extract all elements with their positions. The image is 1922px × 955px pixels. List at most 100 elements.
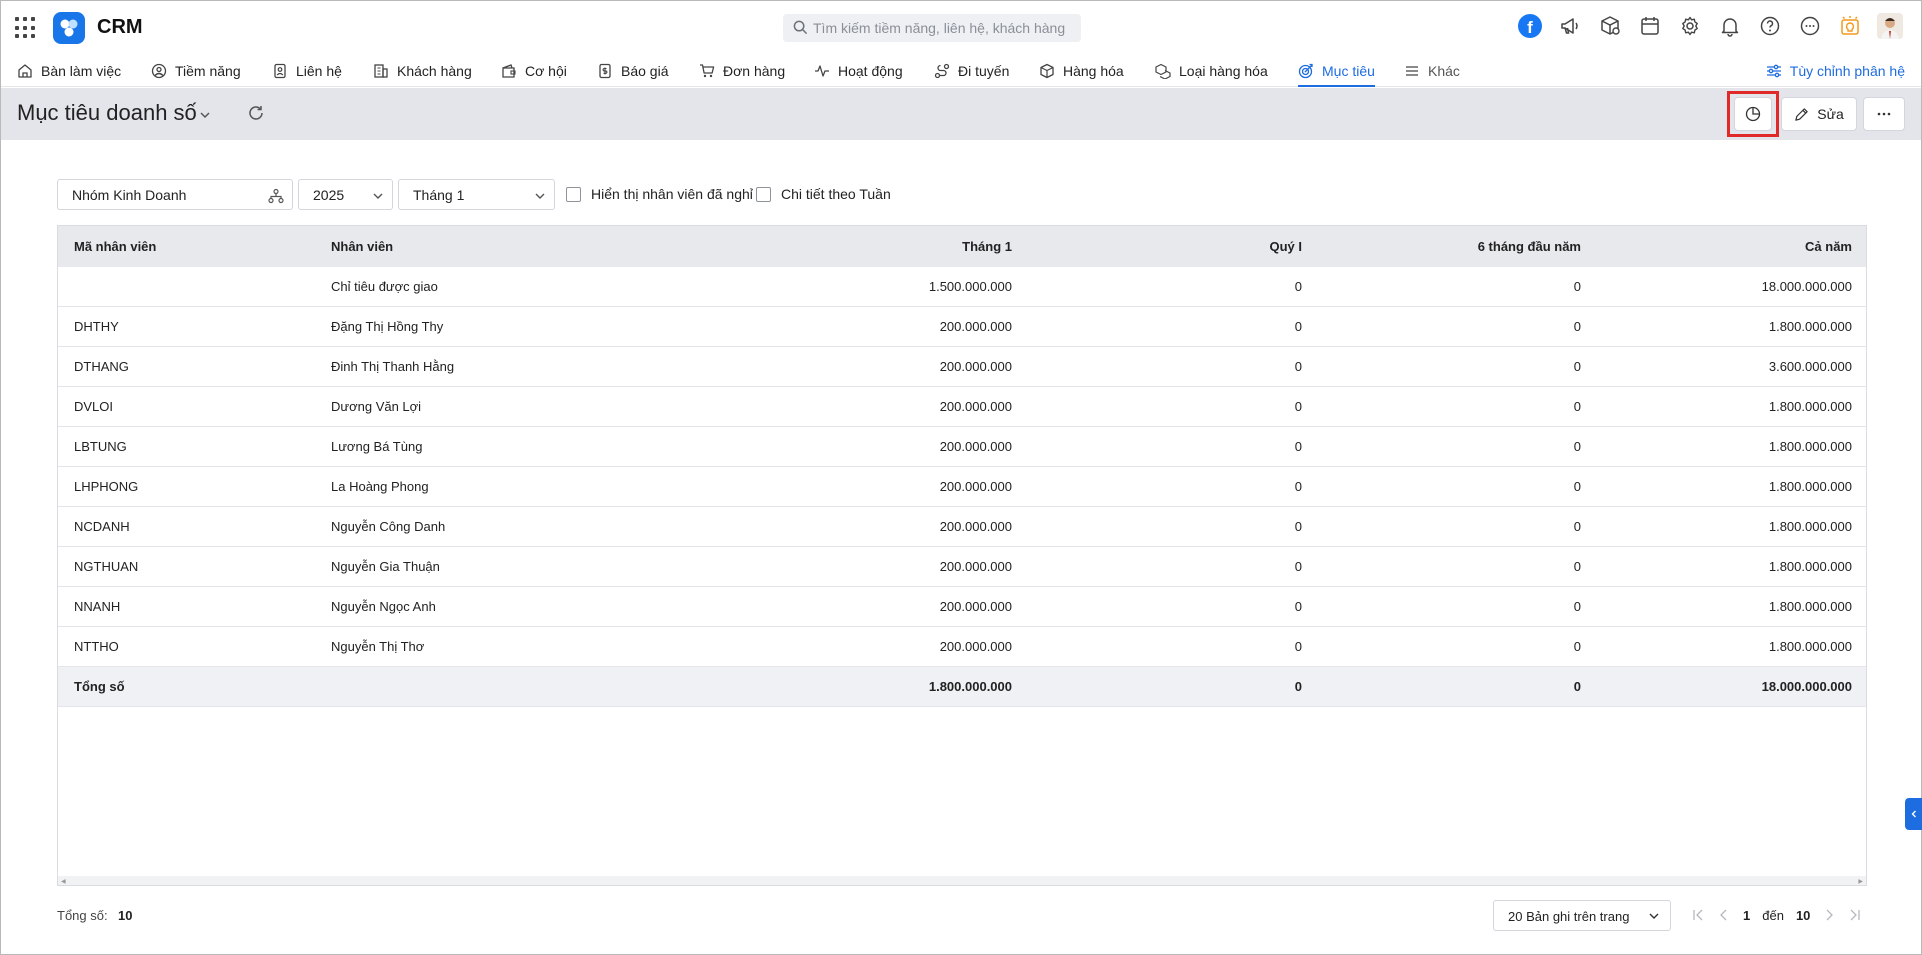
bell-icon[interactable]: [1717, 13, 1743, 39]
cell-half-year: 0: [1573, 279, 1581, 294]
nav-item-label: Bàn làm việc: [41, 63, 122, 79]
chevron-down-icon[interactable]: [199, 109, 211, 121]
cell-month: 200.000.000: [939, 599, 1012, 614]
table-row[interactable]: NGTHUAN Nguyễn Gia Thuận 200.000.000 0 0…: [58, 547, 1866, 587]
column-header-month[interactable]: Tháng 1: [962, 239, 1012, 254]
nav-item-label: Loại hàng hóa: [1179, 63, 1268, 79]
column-header-full-year[interactable]: Cả năm: [1805, 239, 1852, 254]
nav-item-leads[interactable]: Tiềm năng: [151, 55, 241, 87]
cell-employee: La Hoàng Phong: [331, 479, 429, 494]
table-row[interactable]: DTHANG Đinh Thị Thanh Hằng 200.000.000 0…: [58, 347, 1866, 387]
nav-item-label: Khách hàng: [397, 63, 472, 79]
column-header-employee[interactable]: Nhân viên: [331, 239, 393, 254]
table-row[interactable]: LBTUNG Lương Bá Tùng 200.000.000 0 0 1.8…: [58, 427, 1866, 467]
previous-page-icon[interactable]: [1717, 908, 1731, 922]
nav-item-activities[interactable]: Hoạt động: [814, 55, 903, 87]
edit-button[interactable]: Sửa: [1781, 97, 1857, 131]
show-inactive-checkbox[interactable]: Hiển thị nhân viên đã nghỉ: [566, 186, 753, 202]
page-size-select[interactable]: 20 Bản ghi trên trang: [1493, 900, 1671, 931]
weekly-detail-checkbox[interactable]: Chi tiết theo Tuần: [756, 186, 891, 202]
scroll-left-icon[interactable]: ◀: [61, 878, 66, 885]
nav-item-label: Báo giá: [621, 63, 669, 79]
nav-item-label: Cơ hội: [525, 63, 567, 79]
package-search-icon[interactable]: [1597, 13, 1623, 39]
top-bar: CRM f: [1, 1, 1921, 55]
nav-item-quotes[interactable]: Báo giá: [597, 55, 668, 87]
more-actions-button[interactable]: [1863, 97, 1905, 131]
facebook-icon[interactable]: f: [1517, 13, 1543, 39]
table-row[interactable]: Chỉ tiêu được giao 1.500.000.000 0 0 18.…: [58, 267, 1866, 307]
refresh-icon[interactable]: [247, 104, 265, 122]
column-header-quarter[interactable]: Quý I: [1269, 239, 1302, 254]
cell-employee: Nguyễn Gia Thuận: [331, 559, 440, 574]
chevron-down-icon: [534, 188, 546, 202]
nav-item-more[interactable]: Khác: [1404, 55, 1460, 87]
scroll-right-icon[interactable]: ▶: [1858, 878, 1863, 885]
last-page-icon[interactable]: [1848, 908, 1862, 922]
avatar[interactable]: [1877, 13, 1903, 39]
nav-item-routes[interactable]: Đi tuyến: [934, 55, 1009, 87]
cell-full-year: 3.600.000.000: [1768, 359, 1852, 374]
chat-icon[interactable]: [1797, 13, 1823, 39]
month-select[interactable]: Tháng 1: [398, 179, 555, 210]
nav-item-targets[interactable]: Mục tiêu: [1298, 55, 1375, 87]
customize-modules-link[interactable]: Tùy chỉnh phân hệ: [1766, 55, 1905, 87]
cell-half-year: 0: [1573, 599, 1581, 614]
first-page-icon[interactable]: [1691, 908, 1705, 922]
nav-item-contacts[interactable]: Liên hệ: [272, 55, 342, 87]
column-header-half-year[interactable]: 6 tháng đầu năm: [1478, 239, 1581, 254]
side-panel-toggle[interactable]: [1905, 798, 1922, 830]
pie-chart-icon: [1745, 106, 1761, 122]
table-row[interactable]: DHTHY Đặng Thị Hồng Thy 200.000.000 0 0 …: [58, 307, 1866, 347]
next-page-icon[interactable]: [1822, 908, 1836, 922]
page-title[interactable]: Mục tiêu doanh số: [17, 100, 197, 126]
nav-item-products[interactable]: Hàng hóa: [1039, 55, 1124, 87]
org-tree-icon[interactable]: [268, 188, 284, 204]
column-header-code[interactable]: Mã nhân viên: [74, 239, 156, 254]
chart-view-button[interactable]: [1734, 97, 1772, 131]
calendar-icon[interactable]: [1637, 13, 1663, 39]
nav-item-orders[interactable]: Đơn hàng: [699, 55, 785, 87]
nav-item-product-types[interactable]: Loại hàng hóa: [1155, 55, 1268, 87]
table-row[interactable]: DVLOI Dương Văn Lợi 200.000.000 0 0 1.80…: [58, 387, 1866, 427]
year-select[interactable]: 2025: [298, 179, 393, 210]
checkbox-box[interactable]: [566, 186, 581, 202]
gear-icon[interactable]: [1677, 13, 1703, 39]
chevron-down-icon: [372, 188, 384, 202]
nav-item-label: Mục tiêu: [1322, 63, 1375, 79]
nav-item-customers[interactable]: Khách hàng: [373, 55, 472, 87]
table-row[interactable]: NTTHO Nguyễn Thị Thơ 200.000.000 0 0 1.8…: [58, 627, 1866, 667]
month-value: Tháng 1: [413, 187, 465, 203]
cell-code: DTHANG: [74, 359, 129, 374]
total-full-year: 18.000.000.000: [1761, 679, 1852, 694]
checkbox-box[interactable]: [756, 186, 771, 202]
cell-month: 200.000.000: [939, 519, 1012, 534]
crm-logo-icon[interactable]: [53, 12, 85, 44]
menu-icon: [1406, 66, 1418, 76]
horizontal-scrollbar[interactable]: ◀ ▶: [58, 876, 1866, 885]
cell-month: 200.000.000: [939, 439, 1012, 454]
cell-month: 200.000.000: [939, 319, 1012, 334]
nav-item-workspace[interactable]: Bàn làm việc: [17, 55, 121, 87]
record-count-value: 10: [118, 908, 133, 923]
global-search[interactable]: [783, 14, 1081, 42]
cell-half-year: 0: [1573, 479, 1581, 494]
nav-item-opportunities[interactable]: Cơ hội: [501, 55, 567, 87]
search-input[interactable]: [813, 18, 1073, 38]
cell-half-year: 0: [1573, 399, 1581, 414]
megaphone-icon[interactable]: [1557, 13, 1583, 39]
cell-employee: Dương Văn Lợi: [331, 399, 422, 414]
cell-half-year: 0: [1573, 439, 1581, 454]
total-quarter: 0: [1294, 679, 1302, 694]
table-row[interactable]: LHPHONG La Hoàng Phong 200.000.000 0 0 1…: [58, 467, 1866, 507]
sales-group-picker[interactable]: Nhóm Kinh Doanh: [57, 179, 293, 210]
help-icon[interactable]: [1757, 13, 1783, 39]
record-count-label: Tổng số:: [57, 908, 108, 923]
route-icon: [934, 63, 950, 79]
cell-full-year: 1.800.000.000: [1768, 519, 1852, 534]
sliders-icon: [1766, 64, 1781, 78]
table-row[interactable]: NCDANH Nguyễn Công Danh 200.000.000 0 0 …: [58, 507, 1866, 547]
app-launcher-icon[interactable]: [15, 17, 37, 39]
table-row[interactable]: NNANH Nguyễn Ngọc Anh 200.000.000 0 0 1.…: [58, 587, 1866, 627]
lightbulb-icon[interactable]: [1837, 13, 1863, 39]
